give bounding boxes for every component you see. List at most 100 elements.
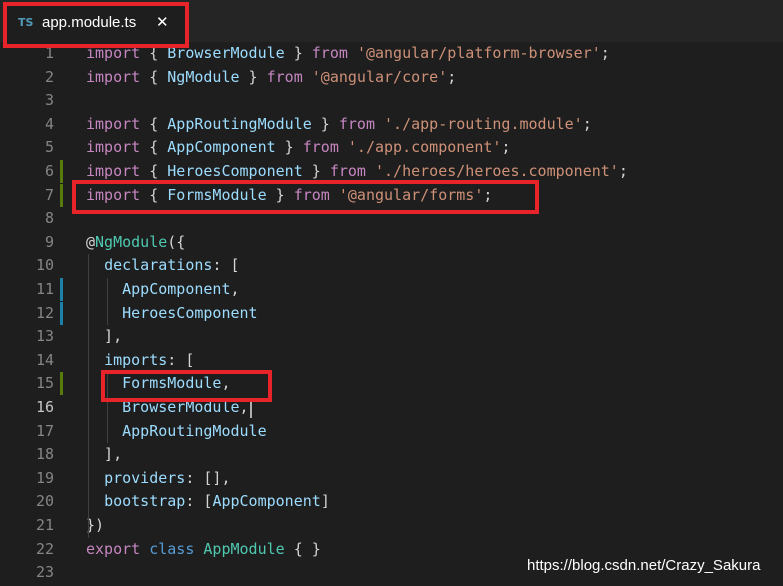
line-number: 8 bbox=[44, 209, 54, 228]
tab-filename: app.module.ts bbox=[42, 14, 137, 31]
code-text: AppComponent, bbox=[86, 278, 240, 301]
code-line[interactable]: 20 bootstrap: [AppComponent] bbox=[0, 490, 783, 513]
line-number: 11 bbox=[35, 280, 54, 298]
code-token: '@angular/forms' bbox=[338, 185, 484, 204]
git-added-marker[interactable] bbox=[60, 160, 63, 183]
close-icon[interactable]: ✕ bbox=[156, 11, 169, 33]
code-token: { bbox=[140, 162, 168, 180]
code-line[interactable]: 6 import { HeroesComponent } from './hero… bbox=[0, 160, 783, 183]
code-line[interactable]: 11 AppComponent, bbox=[0, 278, 783, 301]
code-token: import bbox=[86, 67, 141, 86]
line-number: 18 bbox=[35, 445, 54, 464]
code-token: ] bbox=[320, 492, 330, 511]
code-line[interactable]: 2 import { NgModule } from '@angular/core… bbox=[0, 66, 783, 89]
code-text: ], bbox=[86, 325, 122, 348]
code-token: HeroesComponent bbox=[167, 162, 303, 180]
git-modified-marker[interactable] bbox=[60, 278, 63, 301]
code-line[interactable]: 21}) bbox=[0, 514, 783, 537]
line-number: 22 bbox=[35, 539, 54, 558]
code-token: ; bbox=[447, 67, 457, 86]
code-token: { } bbox=[284, 539, 321, 558]
code-line[interactable]: 15 FormsModule, bbox=[0, 372, 783, 396]
code-token: ; bbox=[501, 138, 511, 157]
code-token: declarations bbox=[104, 256, 213, 275]
code-token: , bbox=[239, 398, 249, 416]
code-token: ], bbox=[86, 445, 123, 464]
line-number: 13 bbox=[35, 327, 54, 346]
code-token: from bbox=[293, 185, 330, 204]
code-line[interactable]: 13 ], bbox=[0, 325, 783, 348]
code-line[interactable]: 4 import { AppRoutingModule } from './app… bbox=[0, 113, 783, 136]
code-token: AppComponent bbox=[167, 138, 276, 157]
code-text: providers: [], bbox=[86, 467, 231, 490]
code-editor[interactable]: 1 import { BrowserModule } from '@angular… bbox=[0, 42, 783, 586]
code-line[interactable]: 17 AppRoutingModule bbox=[0, 420, 783, 443]
code-line[interactable]: 7 import { FormsModule } from '@angular/f… bbox=[0, 183, 783, 207]
line-number: 14 bbox=[35, 350, 54, 369]
code-token: , bbox=[230, 280, 240, 298]
code-token: from bbox=[338, 114, 375, 133]
code-text: HeroesComponent bbox=[86, 302, 258, 325]
code-text: declarations: [ bbox=[86, 254, 239, 277]
code-token: FormsModule bbox=[122, 374, 222, 393]
code-line[interactable]: 9 @NgModule({ bbox=[0, 231, 783, 254]
line-number: 19 bbox=[35, 468, 54, 487]
code-text: @NgModule({ bbox=[86, 231, 185, 254]
code-token: : [ bbox=[185, 492, 213, 511]
code-line[interactable]: 18 ], bbox=[0, 443, 783, 466]
line-number: 20 bbox=[35, 492, 54, 511]
watermark: https://blog.csdn.net/Crazy_Sakura bbox=[527, 557, 761, 574]
code-token: import bbox=[86, 138, 141, 157]
code-token: : [ bbox=[167, 350, 195, 369]
line-number: 23 bbox=[35, 563, 54, 582]
code-token: ({ bbox=[167, 232, 186, 251]
code-token: import bbox=[86, 162, 141, 180]
tab-app-module[interactable]: TS app.module.ts ✕ bbox=[6, 4, 188, 42]
code-token: : [], bbox=[185, 468, 231, 487]
line-number: 12 bbox=[35, 303, 54, 322]
code-line[interactable]: 5 import { AppComponent } from './app.com… bbox=[0, 136, 783, 159]
line-number: 7 bbox=[44, 185, 54, 204]
code-token: ; bbox=[483, 185, 493, 204]
code-token: } bbox=[275, 138, 303, 157]
code-token: ; bbox=[582, 114, 592, 133]
code-line[interactable]: 19 providers: [], bbox=[0, 467, 783, 490]
code-token: from bbox=[329, 162, 366, 180]
code-line[interactable]: 10 declarations: [ bbox=[0, 254, 783, 277]
code-token: '@angular/platform-browser' bbox=[356, 44, 601, 62]
git-modified-marker[interactable] bbox=[60, 301, 63, 325]
git-added-marker[interactable] bbox=[60, 183, 63, 207]
code-line[interactable]: 14 imports: [ bbox=[0, 349, 783, 372]
code-token: } bbox=[302, 162, 330, 180]
code-text: import { BrowserModule } from '@angular/… bbox=[86, 42, 610, 65]
line-number: 16 bbox=[35, 398, 54, 416]
code-line[interactable]: 16 BrowserModule, bbox=[0, 396, 783, 419]
code-token: AppComponent bbox=[212, 492, 321, 511]
code-text: BrowserModule, bbox=[86, 396, 249, 419]
line-number: 21 bbox=[35, 516, 54, 534]
code-line[interactable]: 1 import { BrowserModule } from '@angular… bbox=[0, 42, 783, 65]
line-number: 2 bbox=[44, 67, 54, 86]
code-token: NgModule bbox=[167, 67, 240, 86]
code-line[interactable]: 3 bbox=[0, 89, 783, 112]
code-token: class bbox=[149, 539, 195, 558]
code-token: AppComponent bbox=[122, 280, 231, 298]
code-token: import bbox=[86, 114, 141, 133]
code-line[interactable]: 12 HeroesComponent bbox=[0, 301, 783, 325]
indent-guide bbox=[107, 278, 108, 326]
editor-window: { "tab": { "icon_label": "TS", "filename… bbox=[0, 0, 783, 586]
code-text: AppRoutingModule bbox=[86, 420, 267, 443]
code-token: from bbox=[302, 138, 339, 157]
code-token: NgModule bbox=[95, 232, 168, 251]
code-line[interactable]: 8 bbox=[0, 207, 783, 230]
code-token: './app-routing.module' bbox=[384, 114, 583, 133]
code-text: import { FormsModule } from '@angular/fo… bbox=[86, 184, 492, 207]
code-token: HeroesComponent bbox=[122, 303, 258, 322]
git-added-marker[interactable] bbox=[60, 372, 63, 396]
